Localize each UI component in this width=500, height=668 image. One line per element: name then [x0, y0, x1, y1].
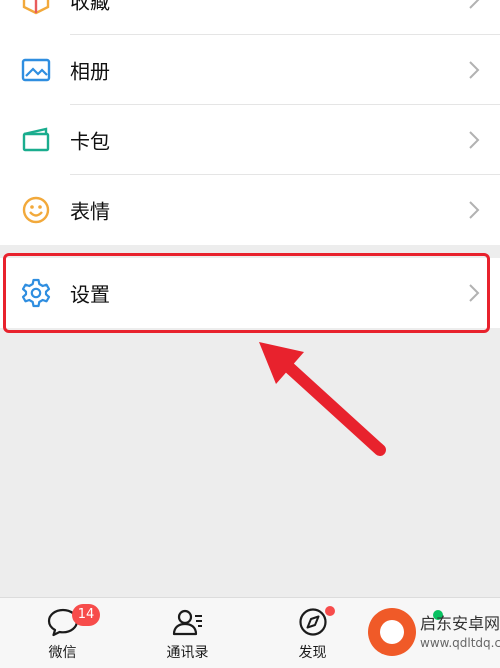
chevron-right-icon [469, 0, 480, 9]
menu-item-label: 相册 [70, 59, 110, 84]
menu-item-favorites[interactable]: 收藏 [0, 0, 500, 35]
chevron-right-icon [469, 131, 480, 149]
tab-discover[interactable]: 发现 [250, 598, 375, 668]
tab-label: 微信 [48, 645, 77, 661]
emoji-face-icon [22, 196, 50, 224]
unread-badge: 14 [72, 604, 100, 626]
watermark-title: 启东安卓网 [420, 614, 500, 633]
album-image-icon [21, 58, 51, 82]
chevron-right-icon [469, 201, 480, 219]
tab-label: 通讯录 [166, 645, 209, 661]
watermark-url: www.qdltdq.com [420, 636, 500, 650]
menu-item-album[interactable]: 相册 [0, 35, 500, 105]
menu-item-card-wallet[interactable]: 卡包 [0, 105, 500, 175]
favorites-cube-icon [22, 0, 50, 15]
menu-group-top: 收藏 相册 卡包 表情 [0, 0, 500, 245]
menu-item-label: 收藏 [70, 0, 110, 14]
menu-item-label: 表情 [70, 199, 110, 224]
watermark-logo-icon [368, 608, 416, 656]
tab-label: 发现 [298, 645, 327, 661]
chevron-right-icon [469, 61, 480, 79]
annotation-highlight-box [3, 253, 490, 333]
tab-chats[interactable]: 14 微信 [0, 598, 125, 668]
menu-item-stickers[interactable]: 表情 [0, 175, 500, 245]
card-wallet-icon [22, 127, 50, 152]
tab-contacts[interactable]: 通讯录 [125, 598, 250, 668]
notification-dot [325, 606, 335, 616]
site-watermark: 启东安卓网 www.qdltdq.com [368, 600, 500, 667]
menu-item-label: 卡包 [70, 129, 110, 154]
contacts-person-icon [172, 609, 202, 636]
